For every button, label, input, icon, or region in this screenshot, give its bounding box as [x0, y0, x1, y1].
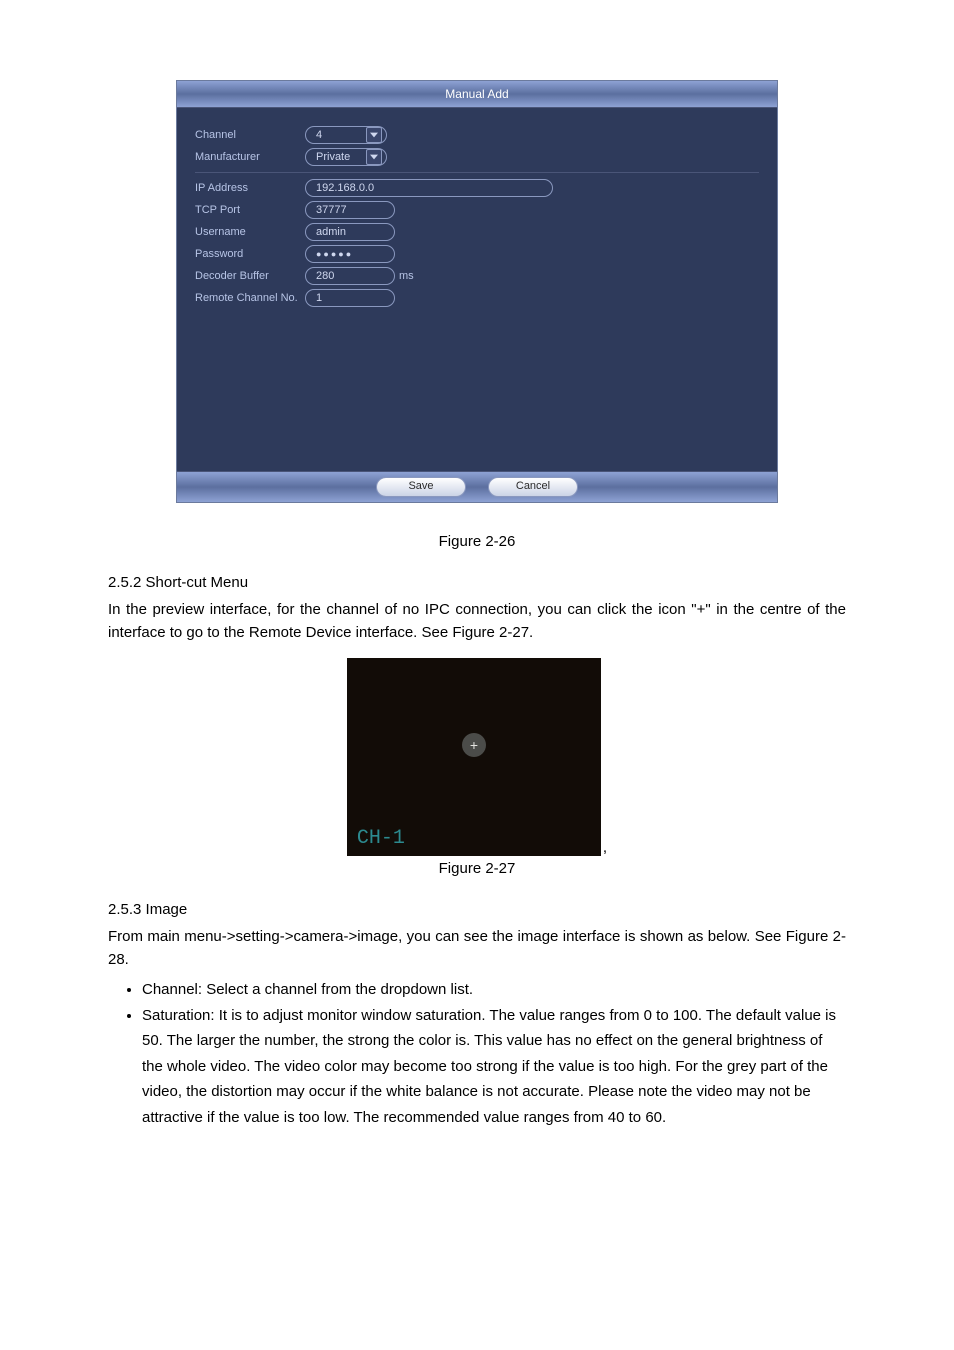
dialog-title: Manual Add — [177, 81, 777, 108]
decoder-buffer-label: Decoder Buffer — [195, 270, 305, 282]
dialog-footer: Save Cancel — [177, 471, 777, 502]
chevron-down-icon — [366, 127, 382, 143]
save-button[interactable]: Save — [376, 477, 466, 497]
tcp-port-input[interactable]: 37777 — [305, 201, 395, 219]
bullet-saturation: Saturation: It is to adjust monitor wind… — [142, 1003, 846, 1131]
channel-label: Channel — [195, 129, 305, 141]
figure-caption-1: Figure 2-26 — [108, 533, 846, 550]
tcp-port-label: TCP Port — [195, 204, 305, 216]
decoder-buffer-value: 280 — [316, 268, 334, 284]
channel-value: 4 — [316, 127, 322, 143]
channel-preview: + CH-1 — [347, 658, 601, 856]
ip-label: IP Address — [195, 182, 305, 194]
cancel-button[interactable]: Cancel — [488, 477, 578, 497]
manufacturer-label: Manufacturer — [195, 151, 305, 163]
bullet-channel: Channel: Select a channel from the dropd… — [142, 977, 846, 1003]
decoder-buffer-input[interactable]: 280 — [305, 267, 395, 285]
username-label: Username — [195, 226, 305, 238]
manual-add-dialog: Manual Add Channel 4 Manufacturer Privat… — [176, 80, 778, 503]
username-input[interactable]: admin — [305, 223, 395, 241]
shortcut-text: In the preview interface, for the channe… — [108, 599, 846, 644]
add-ipc-button[interactable]: + — [462, 733, 486, 757]
decoder-buffer-unit: ms — [399, 270, 414, 282]
section-heading-image: 2.5.3 Image — [108, 901, 846, 918]
channel-select[interactable]: 4 — [305, 126, 387, 144]
remote-channel-value: 1 — [316, 290, 322, 306]
divider — [195, 172, 759, 173]
figure-caption-2: Figure 2-27 — [108, 860, 846, 877]
username-value: admin — [316, 224, 346, 240]
tcp-port-value: 37777 — [316, 202, 347, 218]
image-text: From main menu->setting->camera->image, … — [108, 926, 846, 971]
manufacturer-value: Private — [316, 149, 350, 165]
manufacturer-select[interactable]: Private — [305, 148, 387, 166]
remote-channel-input[interactable]: 1 — [305, 289, 395, 307]
channel-label-text: CH-1 — [357, 827, 405, 850]
password-value: ●●●●● — [316, 250, 353, 258]
password-input[interactable]: ●●●●● — [305, 245, 395, 263]
decorative-comma: , — [603, 839, 607, 856]
remote-channel-label: Remote Channel No. — [195, 292, 305, 304]
section-heading-shortcut: 2.5.2 Short-cut Menu — [108, 574, 846, 591]
chevron-down-icon — [366, 149, 382, 165]
password-label: Password — [195, 248, 305, 260]
bullet-list: Channel: Select a channel from the dropd… — [108, 977, 846, 1130]
ip-address-input[interactable]: 192.168.0.0 — [305, 179, 553, 197]
ip-address-value: 192.168.0.0 — [316, 180, 374, 196]
